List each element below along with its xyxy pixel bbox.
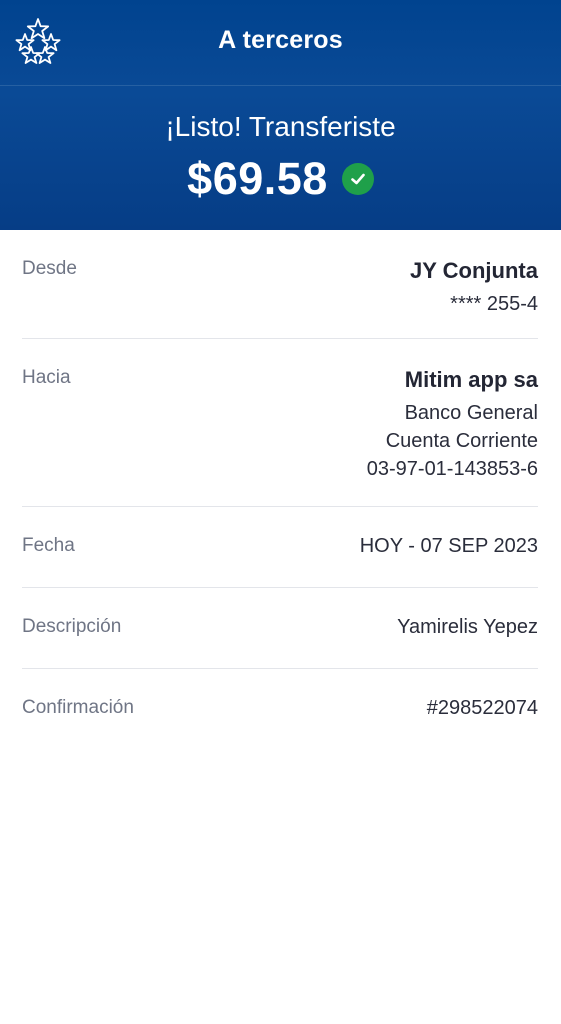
detail-row-description: Descripción Yamirelis Yepez (22, 588, 538, 669)
detail-row-date: Fecha HOY - 07 SEP 2023 (22, 507, 538, 588)
check-circle-icon (341, 163, 374, 195)
to-bank: Banco General (404, 402, 538, 424)
date-value: HOY - 07 SEP 2023 (359, 535, 538, 557)
detail-row-to: Hacia Mitim app sa Banco General Cuenta … (22, 339, 538, 507)
amount-row: $69.58 (0, 150, 561, 208)
from-value: JY Conjunta **** 255-4 (410, 230, 538, 318)
transfer-details: Desde JY Conjunta **** 255-4 Hacia Mitim… (22, 230, 538, 750)
confirmation-label: Confirmación (22, 697, 134, 718)
to-account-type: Cuenta Corriente (385, 430, 538, 452)
header: A terceros ¡Listo! Transferiste $69.58 (0, 0, 561, 230)
description-value: Yamirelis Yepez (397, 616, 538, 638)
to-value: Mitim app sa Banco General Cuenta Corrie… (367, 339, 538, 483)
detail-row-from: Desde JY Conjunta **** 255-4 (22, 230, 538, 339)
from-account-name: JY Conjunta (410, 258, 538, 283)
confirmation-value: #298522074 (426, 697, 538, 719)
to-account-number: 03-97-01-143853-6 (366, 458, 538, 480)
to-label: Hacia (22, 367, 71, 388)
from-account-number: **** 255-4 (450, 293, 538, 315)
detail-row-confirmation: Confirmación #298522074 (22, 669, 538, 750)
navbar: A terceros (0, 0, 561, 86)
page-title: A terceros (218, 26, 343, 54)
from-label: Desde (22, 258, 77, 279)
success-message: ¡Listo! Transferiste (165, 111, 396, 142)
date-label: Fecha (22, 535, 75, 556)
transfer-amount: $69.58 (187, 153, 328, 204)
to-recipient: Mitim app sa (404, 367, 538, 392)
description-label: Descripción (22, 616, 122, 637)
